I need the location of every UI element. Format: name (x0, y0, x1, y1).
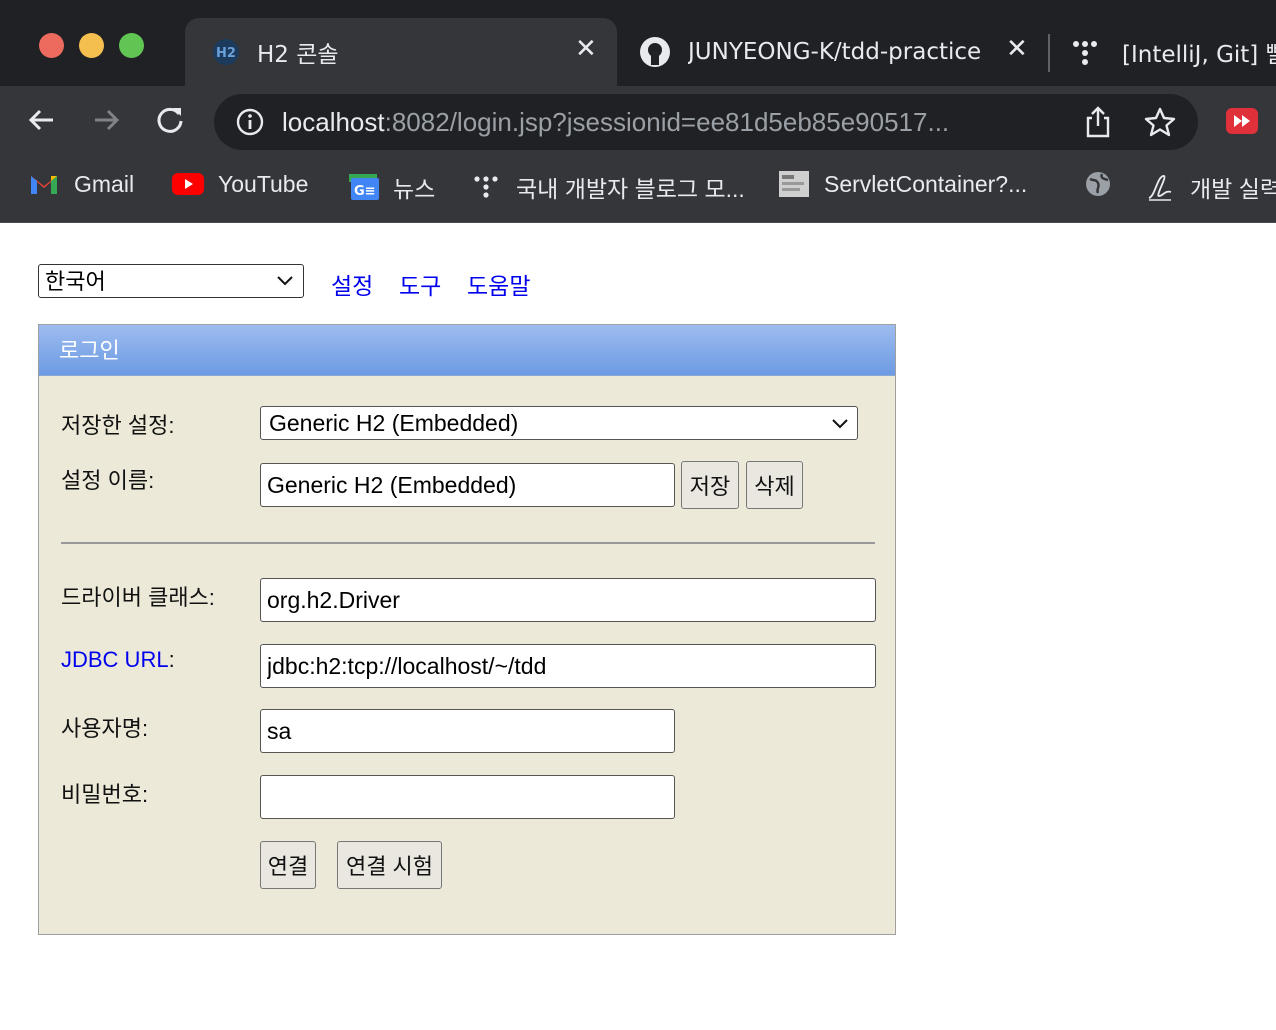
tab-divider (1048, 34, 1050, 72)
svg-text:G≡: G≡ (354, 184, 376, 199)
github-icon (638, 35, 672, 69)
delete-setting-button[interactable]: 삭제 (746, 461, 803, 509)
password-input[interactable] (260, 775, 675, 819)
settings-link[interactable]: 설정 (331, 267, 373, 301)
driver-class-label: 드라이버 클래스: (61, 585, 215, 610)
bookmark-dev-skill[interactable]: 개발 실력 (1144, 170, 1276, 204)
close-icon[interactable]: ✕ (575, 34, 597, 64)
arrow-right-icon (95, 109, 120, 131)
page-thumbnail-icon (778, 170, 810, 198)
tab-h2-console[interactable]: H2 H2 콘솔 ✕ (185, 18, 617, 86)
h2-icon: H2 (209, 35, 243, 69)
jdbc-url-help-link[interactable]: JDBC URL (61, 647, 169, 672)
h2-console-page: 한국어 설정 도구 도움말 로그인 저장한 설정: Generic H2 (Em… (0, 223, 1276, 1030)
minimize-window-button[interactable] (79, 33, 104, 58)
url-host: localhost (282, 107, 385, 137)
browser-toolbar: localhost:8082/login.jsp?jsessionid=ee81… (0, 86, 1276, 156)
bookmark-gmail[interactable]: Gmail (28, 170, 134, 198)
jdbc-url-input[interactable] (260, 644, 876, 688)
close-window-button[interactable] (39, 33, 64, 58)
reload-button[interactable] (146, 96, 194, 144)
setting-name-label: 설정 이름: (61, 468, 155, 493)
share-icon[interactable] (1084, 106, 1112, 138)
login-panel: 로그인 저장한 설정: Generic H2 (Embedded) 설정 이름:… (38, 324, 896, 935)
extension-button[interactable] (1226, 108, 1258, 134)
url-path: :8082/login.jsp?jsessionid=ee81d5eb85e90… (384, 107, 950, 137)
test-connection-button[interactable]: 연결 시험 (337, 841, 442, 889)
reload-icon (157, 107, 183, 133)
signature-icon (1144, 173, 1176, 201)
back-button[interactable] (18, 96, 66, 144)
saved-settings-label: 저장한 설정: (61, 413, 175, 438)
globe-icon (1082, 170, 1114, 198)
bookmark-label: 뉴스 (393, 176, 436, 202)
divider (61, 542, 875, 544)
connect-button[interactable]: 연결 (260, 841, 316, 889)
tab-intellij-git[interactable]: [IntelliJ, Git] 빨 (1068, 18, 1276, 86)
panel-title: 로그인 (39, 325, 895, 376)
bookmark-label: ServletContainer?... (824, 170, 1028, 197)
bookmark-globe[interactable] (1082, 170, 1128, 198)
news-icon: G≡ (347, 173, 379, 201)
username-label: 사용자명: (61, 716, 149, 741)
bookmark-label: YouTube (218, 170, 309, 197)
maximize-window-button[interactable] (119, 33, 144, 58)
youtube-icon (172, 170, 204, 198)
jdbc-url-colon: : (168, 647, 175, 672)
chevron-down-icon (832, 419, 848, 429)
saved-settings-select[interactable]: Generic H2 (Embedded) (260, 406, 858, 440)
language-select[interactable]: 한국어 (38, 264, 304, 298)
save-setting-button[interactable]: 저장 (681, 461, 739, 509)
browser-chrome: H2 H2 콘솔 ✕ JUNYEONG-K/tdd-practice ✕ [In… (0, 0, 1276, 223)
url-text: localhost:8082/login.jsp?jsessionid=ee81… (282, 107, 949, 138)
gmail-icon (28, 170, 60, 198)
help-link[interactable]: 도움말 (467, 267, 530, 301)
star-icon[interactable] (1144, 106, 1176, 138)
bookmark-label: 국내 개발자 블로그 모... (516, 176, 745, 202)
tab-github[interactable]: JUNYEONG-K/tdd-practice ✕ (638, 18, 1038, 86)
tab-title: [IntelliJ, Git] 빨 (1122, 42, 1276, 68)
bookmark-label: Gmail (74, 170, 135, 197)
tools-link[interactable]: 도구 (399, 267, 441, 301)
address-bar[interactable]: localhost:8082/login.jsp?jsessionid=ee81… (214, 94, 1198, 150)
forward-button[interactable] (82, 96, 130, 144)
driver-class-input[interactable] (260, 578, 876, 622)
info-icon[interactable] (236, 108, 264, 136)
fast-forward-icon (1234, 115, 1250, 127)
dots-icon (1068, 35, 1102, 69)
tab-strip: H2 H2 콘솔 ✕ JUNYEONG-K/tdd-practice ✕ [In… (0, 0, 1276, 86)
tab-title: H2 콘솔 (257, 42, 339, 68)
saved-settings-value: Generic H2 (Embedded) (269, 410, 519, 436)
bookmarks-bar: Gmail YouTube G≡ 뉴스 국내 개발자 블로그 모... Serv… (0, 156, 1276, 223)
password-label: 비밀번호: (61, 782, 149, 807)
setting-name-input[interactable] (260, 463, 675, 507)
svg-text:H2: H2 (216, 46, 236, 61)
bookmark-servletcontainer[interactable]: ServletContainer?... (778, 170, 1027, 198)
jdbc-url-label: JDBC URL: (61, 647, 175, 673)
tab-title: JUNYEONG-K/tdd-practice (688, 39, 982, 65)
username-input[interactable] (260, 709, 675, 753)
bookmark-news[interactable]: G≡ 뉴스 (347, 170, 435, 204)
dots-icon (470, 173, 502, 201)
close-icon[interactable]: ✕ (1006, 34, 1028, 64)
bookmark-label: 개발 실력 (1190, 176, 1276, 202)
arrow-left-icon (28, 109, 53, 131)
bookmark-dev-blog[interactable]: 국내 개발자 블로그 모... (470, 170, 745, 204)
bookmark-youtube[interactable]: YouTube (172, 170, 308, 198)
